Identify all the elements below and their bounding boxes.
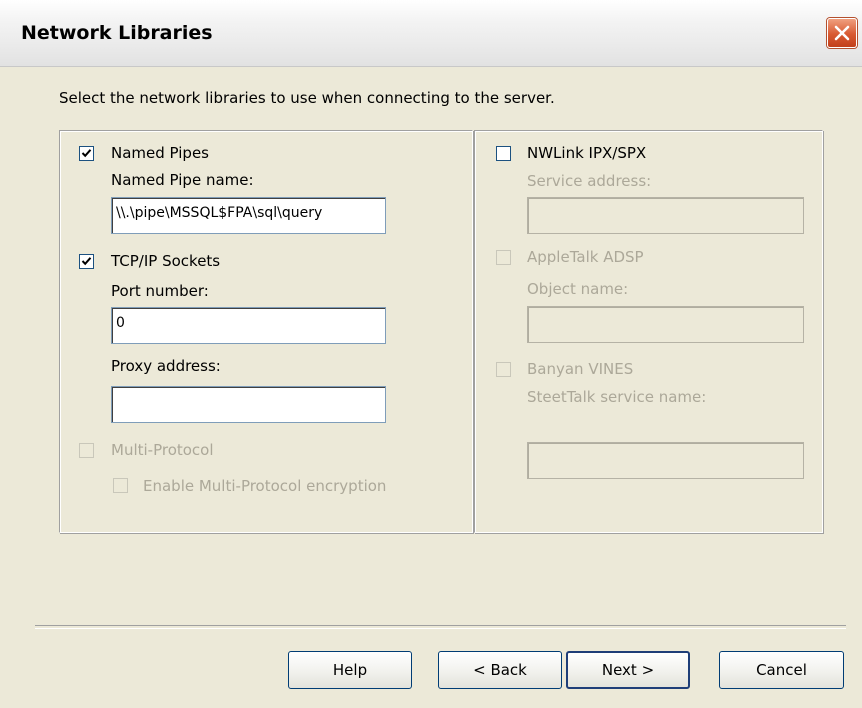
- checkmark-icon: [81, 257, 92, 266]
- window-title: Network Libraries: [21, 22, 213, 44]
- close-button[interactable]: [827, 18, 857, 48]
- checkmark-icon: [81, 149, 92, 158]
- banyan-vines-label: Banyan VINES: [527, 360, 634, 378]
- tcpip-sockets-label[interactable]: TCP/IP Sockets: [111, 252, 220, 270]
- instruction-text: Select the network libraries to use when…: [59, 89, 555, 107]
- named-pipes-label[interactable]: Named Pipes: [111, 144, 209, 162]
- object-name-label: Object name:: [527, 280, 629, 298]
- cancel-button[interactable]: Cancel: [719, 651, 844, 689]
- proxy-address-input[interactable]: [111, 386, 386, 423]
- service-address-input: [527, 197, 804, 234]
- streettalk-service-name-label: SteetTalk service name:: [527, 388, 707, 406]
- tcpip-sockets-checkbox[interactable]: [79, 254, 94, 269]
- close-icon: [834, 25, 850, 41]
- multi-protocol-encryption-checkbox: [113, 478, 128, 493]
- proxy-address-label: Proxy address:: [111, 357, 221, 375]
- named-pipes-checkbox[interactable]: [79, 146, 94, 161]
- appletalk-checkbox: [496, 250, 511, 265]
- button-divider: [35, 625, 846, 629]
- service-address-label: Service address:: [527, 172, 652, 190]
- multi-protocol-label: Multi-Protocol: [111, 441, 214, 459]
- back-button[interactable]: < Back: [438, 651, 562, 689]
- next-button[interactable]: Next >: [566, 651, 690, 689]
- nwlink-checkbox[interactable]: [496, 146, 511, 161]
- nwlink-label[interactable]: NWLink IPX/SPX: [527, 144, 646, 162]
- object-name-input: [527, 306, 804, 343]
- multi-protocol-checkbox: [79, 443, 94, 458]
- named-pipe-name-input[interactable]: \\.\pipe\MSSQL$FPA\sql\query: [111, 197, 386, 234]
- help-button[interactable]: Help: [288, 651, 412, 689]
- port-number-input[interactable]: 0: [111, 307, 386, 344]
- banyan-vines-checkbox: [496, 362, 511, 377]
- named-pipe-name-label: Named Pipe name:: [111, 171, 254, 189]
- port-number-label: Port number:: [111, 282, 209, 300]
- streettalk-service-name-input: [527, 442, 804, 479]
- appletalk-label: AppleTalk ADSP: [527, 248, 644, 266]
- multi-protocol-encryption-label: Enable Multi-Protocol encryption: [143, 477, 387, 495]
